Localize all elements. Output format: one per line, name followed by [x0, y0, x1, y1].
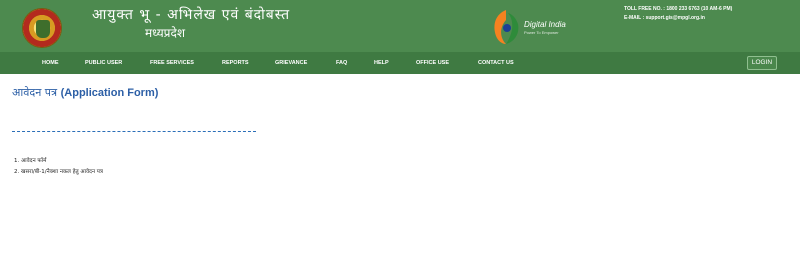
digital-india-tagline: Power To Empower: [524, 30, 559, 35]
nav-office-use[interactable]: OFFICE USE: [416, 52, 449, 74]
site-header: आयुक्त भू - अभिलेख एवं बंदोबस्त मध्यप्रद…: [0, 0, 800, 52]
nav-contact-us[interactable]: CONTACT US: [478, 52, 514, 74]
emblem-center: [36, 20, 50, 38]
site-title: आयुक्त भू - अभिलेख एवं बंदोबस्त: [92, 7, 291, 23]
nav-public-user[interactable]: PUBLIC USER: [85, 52, 122, 74]
digital-india-name: Digital India: [524, 20, 566, 29]
nav-faq[interactable]: FAQ: [336, 52, 347, 74]
application-links-list: 1. आवेदन फॉर्म 2. खसरा/बी-1/नैक्शा नकल ह…: [14, 156, 103, 178]
list-number: 1.: [14, 158, 20, 164]
nav-home[interactable]: HOME: [42, 52, 59, 74]
nav-free-services[interactable]: FREE SERVICES: [150, 52, 194, 74]
main-nav: HOME PUBLIC USER FREE SERVICES REPORTS G…: [0, 52, 800, 74]
support-email[interactable]: E-MAIL : support.gis@mpgl.org.in: [624, 14, 732, 23]
toll-free-number: TOLL FREE NO. : 1800 233 6763 (10 AM-6 P…: [624, 6, 733, 12]
nav-grievance[interactable]: GRIEVANCE: [275, 52, 307, 74]
list-item-khasra-copy-form[interactable]: 2. खसरा/बी-1/नैक्शा नकल हेतु आवेदन पत्र: [14, 167, 103, 178]
page-title-english: (Application Form): [60, 87, 159, 99]
digital-india-logo[interactable]: Digital India Power To Empower: [490, 6, 580, 46]
page-title-hindi: आवेदन पत्र: [12, 86, 58, 99]
digital-india-icon: [494, 10, 519, 44]
site-subtitle: मध्यप्रदेश: [145, 26, 186, 40]
nav-help[interactable]: HELP: [374, 52, 389, 74]
contact-info: TOLL FREE NO. : 1800 233 6763 (10 AM-6 P…: [624, 5, 732, 23]
mp-emblem-logo[interactable]: [22, 8, 62, 48]
nav-reports[interactable]: REPORTS: [222, 52, 249, 74]
login-button[interactable]: LOGIN: [747, 56, 777, 70]
title-divider: [12, 131, 256, 132]
list-item-label: खसरा/बी-1/नैक्शा नकल हेतु आवेदन पत्र: [21, 169, 103, 175]
list-number: 2.: [14, 169, 20, 175]
page-title: आवेदन पत्र (Application Form): [12, 85, 158, 100]
list-item-application-form[interactable]: 1. आवेदन फॉर्म: [14, 156, 103, 167]
list-item-label: आवेदन फॉर्म: [21, 158, 47, 164]
